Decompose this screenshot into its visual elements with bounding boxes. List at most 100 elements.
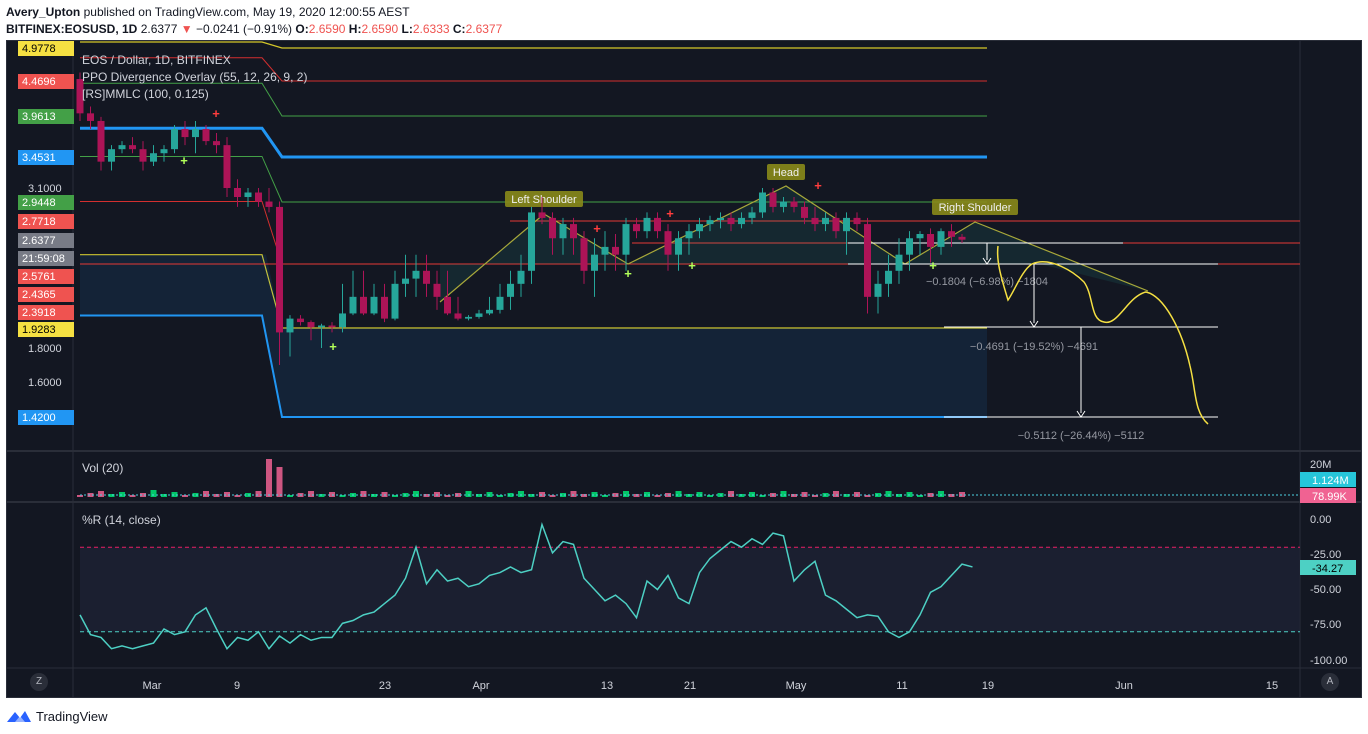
volume-badge: 78.99K xyxy=(1312,491,1348,503)
wr-axis-tick: -75.00 xyxy=(1310,619,1341,631)
candle-body xyxy=(685,231,693,239)
candle-body xyxy=(255,192,262,202)
candle-body xyxy=(916,234,924,239)
candle-body xyxy=(549,217,556,239)
candle-body xyxy=(223,145,231,188)
wr-axis-tick: -50.00 xyxy=(1310,584,1341,596)
wr-current-badge: -34.27 xyxy=(1312,563,1343,575)
candle-body xyxy=(885,270,892,284)
measurement-1-label: −0.1804 (−6.98%) −1804 xyxy=(926,276,1048,288)
price-axis-tick: 1.8000 xyxy=(28,343,62,355)
candle-body xyxy=(339,313,346,328)
candle-body xyxy=(780,201,787,207)
measurement-3-label: −0.5112 (−26.44%) −5112 xyxy=(1018,430,1145,442)
candle-body xyxy=(738,217,745,225)
candle-body xyxy=(276,206,283,333)
volume-pane[interactable]: 20M 1.124M 78.99K xyxy=(77,459,1356,503)
legend-indicator-mmlc[interactable]: [RS]MMLC (100, 0.125) xyxy=(82,87,209,101)
candle-body xyxy=(244,192,252,198)
candle-body xyxy=(517,270,525,284)
candle-body xyxy=(580,238,588,271)
wr-axis-tick: 0.00 xyxy=(1310,514,1331,526)
time-axis-tick: Jun xyxy=(1115,680,1133,692)
candle-body xyxy=(349,296,357,314)
candle-body xyxy=(528,212,535,271)
price-badge: 3.9613 xyxy=(22,111,56,123)
time-axis-tick: Apr xyxy=(472,680,489,692)
tradingview-brand[interactable]: TradingView xyxy=(36,709,108,724)
price-badge: 1.9283 xyxy=(22,324,56,336)
time-axis-tick: May xyxy=(786,680,807,692)
candle-body xyxy=(790,201,798,207)
candle-body xyxy=(853,217,861,225)
chart-canvas[interactable]: Left Shoulder Head Right Shoulder −0.1804 (… xyxy=(0,0,1368,734)
mmlc-level-line xyxy=(80,41,987,49)
volume-bar xyxy=(780,491,787,497)
candle-body xyxy=(759,192,766,213)
time-axis-tick: 15 xyxy=(1266,680,1278,692)
candle-body xyxy=(612,246,619,255)
candle-body xyxy=(874,283,882,297)
candle-body xyxy=(622,224,630,255)
volume-axis-tick: 20M xyxy=(1310,459,1331,471)
candle-body xyxy=(402,278,409,284)
candle-body xyxy=(664,231,672,255)
time-axis-tick: 23 xyxy=(379,680,391,692)
candle-body xyxy=(937,231,945,247)
zoom-button[interactable]: Z xyxy=(30,673,48,691)
candle-body xyxy=(412,270,420,279)
volume-bar xyxy=(308,491,314,497)
candle-body xyxy=(591,254,598,271)
auto-scale-button[interactable]: A xyxy=(1321,673,1339,691)
candle-body xyxy=(748,212,756,218)
candle-body xyxy=(433,283,441,297)
candle-body xyxy=(538,212,546,218)
candle-body xyxy=(423,270,430,284)
candle-body xyxy=(843,217,850,232)
candle-body xyxy=(559,224,567,239)
candle-body xyxy=(213,141,220,146)
candle-body xyxy=(601,246,609,255)
candle-body xyxy=(444,296,451,314)
candle-body xyxy=(675,238,682,255)
mmlc-shaded-zone xyxy=(80,254,987,417)
candle-body xyxy=(496,296,504,310)
candle-body xyxy=(87,113,94,121)
price-badge: 2.7718 xyxy=(22,216,56,228)
bullish-divergence-marker: + xyxy=(624,266,632,281)
candle-body xyxy=(906,238,913,255)
bullish-divergence-marker: + xyxy=(688,258,696,273)
candle-body xyxy=(927,234,934,247)
candle-body xyxy=(948,231,955,237)
price-axis-tick: 1.6000 xyxy=(28,377,62,389)
candle-body xyxy=(328,325,336,328)
candle-body xyxy=(465,316,472,319)
volume-bar xyxy=(360,491,367,497)
volume-legend[interactable]: Vol (20) xyxy=(82,461,123,475)
williams-r-legend[interactable]: %R (14, close) xyxy=(82,513,161,527)
candle-body xyxy=(181,129,189,138)
price-badge: 2.4365 xyxy=(22,289,56,301)
candle-body xyxy=(633,224,640,232)
candle-body xyxy=(832,217,840,232)
candle-body xyxy=(318,325,325,328)
price-badge: 4.4696 xyxy=(22,76,56,88)
bullish-divergence-marker: + xyxy=(180,153,188,168)
candle-body xyxy=(265,201,273,207)
volume-bar xyxy=(518,491,524,497)
bearish-divergence-marker: + xyxy=(814,178,822,193)
williams-r-pane[interactable]: 0.00 -25.00 -50.00 -75.00 -100.00 -34.27 xyxy=(79,514,1356,667)
measurement-2-label: −0.4691 (−19.52%) −4691 xyxy=(970,341,1098,353)
candle-body xyxy=(202,129,210,142)
time-axis-tick: 9 xyxy=(234,680,240,692)
legend-title[interactable]: EOS / Dollar, 1D, BITFINEX xyxy=(82,53,231,67)
candle-body xyxy=(475,313,483,317)
candle-body xyxy=(118,145,126,150)
volume-bar xyxy=(728,491,734,497)
volume-bar xyxy=(98,491,104,497)
candle-body xyxy=(864,224,871,297)
candle-body xyxy=(150,153,157,162)
candle-body xyxy=(286,318,294,333)
legend-indicator-ppo[interactable]: PPO Divergence Overlay (55, 12, 26, 9, 2… xyxy=(82,70,307,84)
candle-body xyxy=(307,322,315,328)
